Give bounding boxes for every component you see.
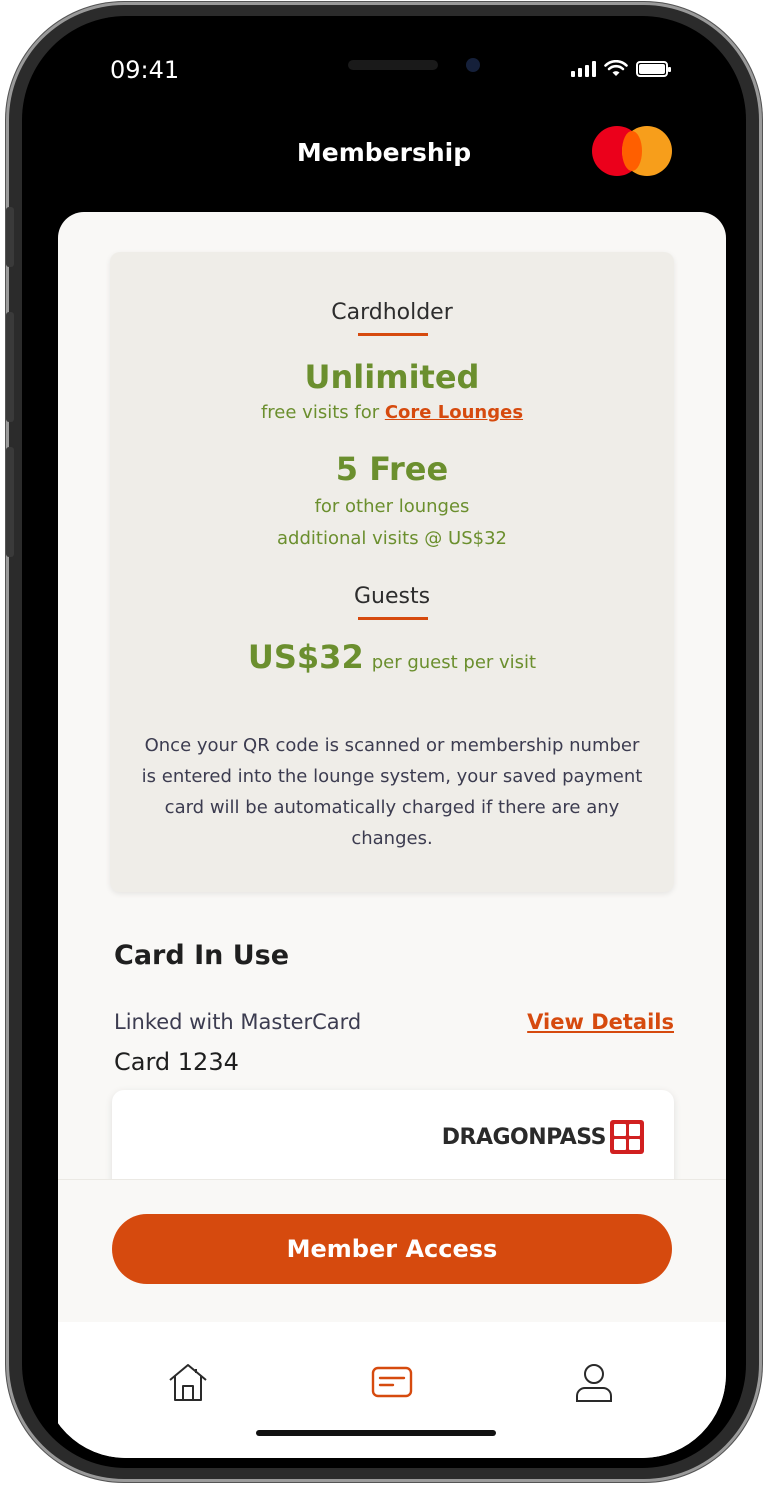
linked-card-text: Linked with MasterCard xyxy=(114,1010,362,1034)
tab-profile[interactable] xyxy=(564,1352,624,1412)
tab-bar xyxy=(58,1322,726,1458)
benefits-card: Cardholder Unlimited free visits for Cor… xyxy=(110,252,674,892)
cardholder-underline xyxy=(358,333,428,336)
dragonpass-badge-icon xyxy=(610,1120,644,1154)
card-icon xyxy=(371,1366,413,1398)
other-sub-1: for other lounges xyxy=(314,496,470,517)
card-number: Card 1234 xyxy=(114,1048,239,1076)
card-in-use-title: Card In Use xyxy=(114,940,290,971)
home-icon xyxy=(169,1364,207,1401)
status-time: 09:41 xyxy=(110,56,180,84)
cardholder-label: Cardholder xyxy=(331,300,453,325)
guests-label: Guests xyxy=(353,584,431,609)
other-sub-2: additional visits @ US$32 xyxy=(277,528,507,549)
core-lounges-link[interactable]: Core Lounges xyxy=(385,402,523,423)
dragonpass-wordmark: DRAGONPASS xyxy=(441,1124,607,1150)
tab-home[interactable] xyxy=(158,1352,218,1412)
battery-icon xyxy=(636,61,671,77)
earpiece-speaker xyxy=(348,60,438,70)
guest-price-line: US$32 per guest per visit xyxy=(110,638,674,676)
screen: 09:41 Membership Cardholder Unlimited fr… xyxy=(42,30,726,1458)
bottom-action-area: Member Access xyxy=(58,1179,726,1315)
mastercard-logo-icon xyxy=(592,126,672,176)
core-subtext: free visits for Core Lounges xyxy=(110,402,674,423)
other-headline: 5 Free xyxy=(335,450,449,488)
disclaimer-text: Once your QR code is scanned or membersh… xyxy=(141,735,643,849)
guests-underline xyxy=(358,617,428,620)
core-headline: Unlimited xyxy=(304,358,480,396)
dragonpass-logo: DRAGONPASS xyxy=(442,1120,644,1154)
home-indicator xyxy=(256,1430,496,1436)
core-sub-prefix: free visits for xyxy=(260,402,385,423)
tab-membership[interactable] xyxy=(362,1352,422,1412)
member-access-button[interactable]: Member Access xyxy=(112,1214,672,1284)
profile-icon xyxy=(576,1364,612,1402)
volume-down-button xyxy=(6,447,14,557)
signal-icon xyxy=(571,61,596,77)
wifi-icon xyxy=(604,60,628,76)
guest-sub: per guest per visit xyxy=(371,652,537,673)
volume-up-button xyxy=(6,312,14,422)
view-details-link[interactable]: View Details xyxy=(527,1010,674,1034)
front-camera xyxy=(466,58,480,72)
content-panel: Cardholder Unlimited free visits for Cor… xyxy=(58,212,726,1458)
guest-price: US$32 xyxy=(247,638,364,676)
mute-switch xyxy=(6,207,14,267)
status-icons xyxy=(571,60,671,78)
